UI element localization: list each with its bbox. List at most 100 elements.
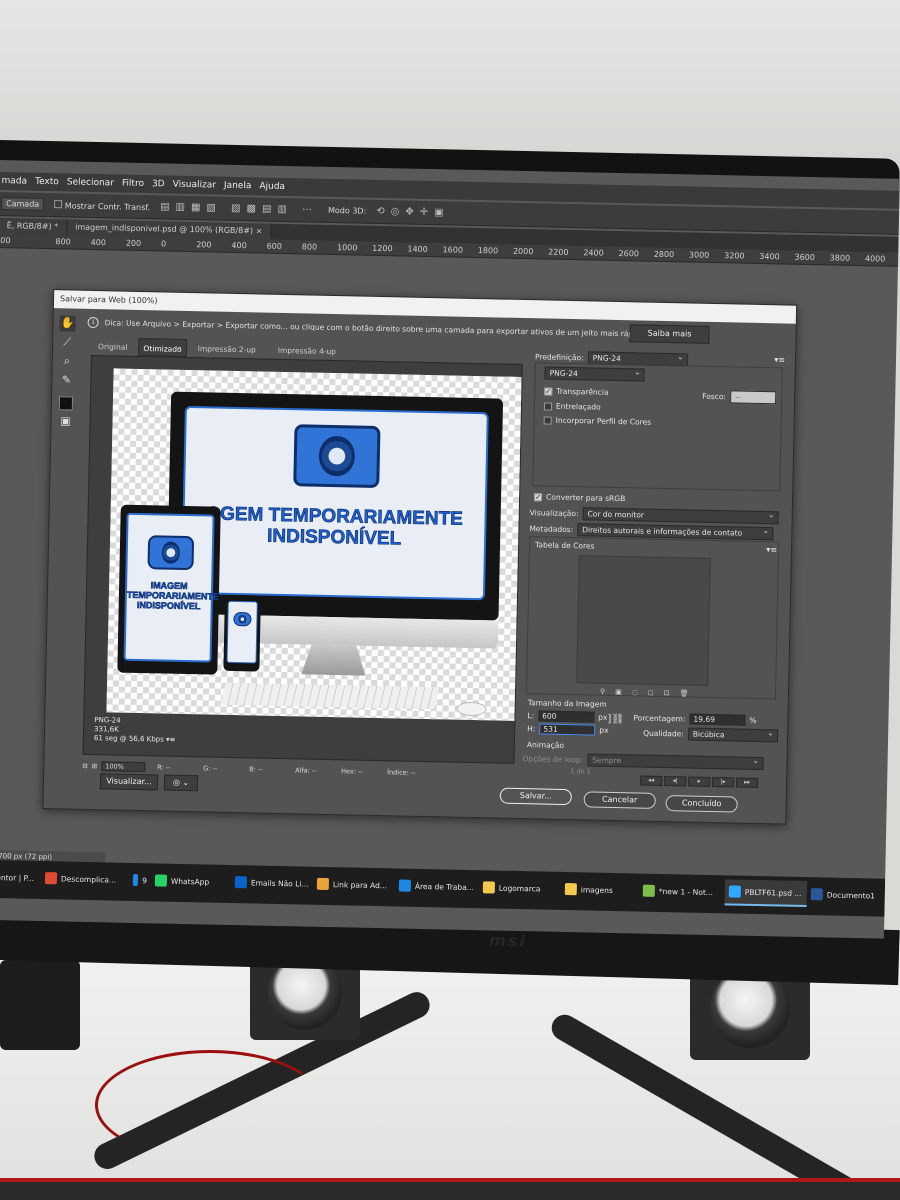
convert-srgb-label: Converter para sRGB xyxy=(545,492,626,504)
tab-document-1[interactable]: Ê, RGB/8#) * xyxy=(0,217,68,236)
taskbar-item-label: Documento1 xyxy=(826,889,876,900)
menu-item-filter[interactable]: Filtro xyxy=(122,179,144,189)
3d-mode-icons[interactable]: ⟲◎✥✛▣ xyxy=(376,206,450,219)
percent-row: Porcentagem: 19,69 % xyxy=(633,712,757,726)
interlaced-checkbox[interactable] xyxy=(543,401,553,411)
preview-mode-label: Visualização: xyxy=(529,508,579,519)
interlaced-row[interactable]: Entrelaçado xyxy=(543,401,601,412)
menu-item-text[interactable]: Texto xyxy=(35,177,59,187)
menu-item-window[interactable]: Janela xyxy=(224,181,252,192)
ruler-tick-label: 1400 xyxy=(407,244,428,254)
index-readout: Índice: -- xyxy=(387,768,416,777)
slice-select-tool-icon[interactable]: ⟋ xyxy=(59,334,75,350)
taskbar-item[interactable]: PBLTF61.psd ... xyxy=(724,879,808,908)
matte-select[interactable]: -- xyxy=(729,390,777,405)
close-icon[interactable]: × xyxy=(256,226,263,235)
optimized-image-canvas[interactable]: AGEM TEMPORARIAMENTE INDISPONÍVEL IMAGEM… xyxy=(106,368,522,721)
eyedropper-color-swatch[interactable] xyxy=(58,396,74,411)
camera-icon xyxy=(293,424,381,489)
menu-item-help[interactable]: Ajuda xyxy=(259,181,285,192)
tab-4-up[interactable]: Impressão 4-up xyxy=(267,341,348,361)
next-frame-icon[interactable]: |▸ xyxy=(712,777,735,788)
frame-counter: 1 de 1 xyxy=(570,767,591,776)
taskbar-item[interactable]: *new 1 - Not... xyxy=(639,878,726,906)
eyedropper-tool-icon[interactable]: ✎ xyxy=(58,372,74,388)
color-table-menu-icon[interactable]: ▾≡ xyxy=(766,545,777,554)
first-frame-icon[interactable]: ◂◂ xyxy=(640,775,663,787)
tab-original[interactable]: Original xyxy=(87,337,139,356)
panel-menu-icon[interactable]: ▾≡ xyxy=(774,355,785,364)
menu-item-3d[interactable]: 3D xyxy=(152,179,165,189)
app-icon xyxy=(482,881,495,894)
app-icon xyxy=(642,884,655,897)
height-input[interactable]: 531 xyxy=(539,723,596,736)
zoom-select[interactable]: 100% xyxy=(101,761,146,773)
camera-icon xyxy=(233,611,252,627)
play-icon[interactable]: ▸ xyxy=(688,776,711,788)
width-input[interactable]: 600 xyxy=(538,710,595,723)
mockup-phone-screen xyxy=(226,600,258,664)
red-readout: R: -- xyxy=(157,763,171,772)
taskbar-item[interactable]: mentor | P... xyxy=(0,864,41,891)
taskbar-item[interactable]: 9 xyxy=(129,867,152,893)
cancel-button[interactable]: Cancelar xyxy=(583,791,656,809)
mockup-tablet: IMAGEM TEMPORARIAMENTE INDISPONÍVEL xyxy=(117,504,221,675)
menu-item-select[interactable]: Selecionar xyxy=(67,177,114,188)
taskbar-item[interactable]: Documento1 xyxy=(807,881,882,909)
ruler-tick-label: 00 xyxy=(0,236,11,246)
layer-select[interactable]: Camada xyxy=(0,197,45,211)
taskbar-item[interactable]: imagens xyxy=(561,876,640,904)
transparency-row[interactable]: ✓ Transparência xyxy=(544,386,609,397)
done-button[interactable]: Concluído xyxy=(665,795,738,813)
percent-input[interactable]: 19,69 xyxy=(689,713,746,726)
format-group xyxy=(532,362,783,492)
taskbar-item[interactable]: Logomarca xyxy=(479,874,562,902)
link-proportions-icon[interactable]: ]⛓ xyxy=(607,714,624,725)
animation-controls: ◂◂ ◂| ▸ |▸ ▸▸ xyxy=(640,775,759,789)
color-table-action-icons[interactable]: ⚲▣◌◻⊡🗑 xyxy=(600,688,699,698)
taskbar-item[interactable]: Área de Traba... xyxy=(395,872,480,900)
width-label: L: xyxy=(527,711,535,721)
zoom-out-icon[interactable]: ⊟ xyxy=(82,762,88,770)
color-table-swatches[interactable] xyxy=(576,555,711,686)
hand-tool-icon[interactable]: ✋ xyxy=(59,315,76,332)
align-icons[interactable]: ▤▥▦▧ ▨▩▤▥ ⋯ xyxy=(160,201,318,215)
ruler-tick-label: 1000 xyxy=(336,243,358,253)
transparency-checkbox[interactable]: ✓ xyxy=(544,386,553,396)
prev-frame-icon[interactable]: ◂| xyxy=(664,776,687,787)
preview-mode-select[interactable]: Cor do monitor xyxy=(582,507,779,525)
browser-select[interactable]: ◎ ⌄ xyxy=(163,774,199,792)
loop-select[interactable]: Sempre xyxy=(587,753,764,771)
learn-more-button[interactable]: Saiba mais xyxy=(629,324,710,344)
color-table-header: Tabela de Cores xyxy=(535,540,595,550)
save-button[interactable]: Salvar... xyxy=(499,787,572,806)
taskbar-item[interactable]: Descomplica... xyxy=(41,865,130,893)
mockup-mouse xyxy=(456,701,487,717)
zoom-in-icon[interactable]: ⊞ xyxy=(92,762,98,770)
tab-2-up[interactable]: Impressão 2-up xyxy=(186,339,267,359)
height-unit: px xyxy=(599,725,609,735)
show-transform-checkbox[interactable]: Mostrar Contr. Transf. xyxy=(54,199,150,212)
taskbar-item[interactable]: Link para Ad... xyxy=(313,871,396,899)
menu-item-layer[interactable]: mada xyxy=(1,176,27,187)
convert-srgb-checkbox[interactable]: ✓ xyxy=(533,492,543,501)
preview-pane[interactable]: AGEM TEMPORARIAMENTE INDISPONÍVEL IMAGEM… xyxy=(82,354,523,764)
ruler-tick-label: 3200 xyxy=(724,251,745,261)
info-menu-icon[interactable]: ▾≡ xyxy=(166,736,176,744)
taskbar-item-label: *new 1 - Not... xyxy=(658,886,714,897)
taskbar-item[interactable]: WhatsApp xyxy=(151,867,232,895)
embed-profile-checkbox[interactable] xyxy=(543,415,552,425)
tab-optimized[interactable]: Otimizado xyxy=(138,337,187,357)
preview-in-browser-button[interactable]: Visualizar... xyxy=(99,773,159,791)
taskbar-item[interactable]: Emails Não Li... xyxy=(231,869,314,897)
zoom-tool-icon[interactable]: ⌕ xyxy=(59,353,75,369)
convert-srgb-row[interactable]: ✓ Converter para sRGB xyxy=(533,492,626,504)
toggle-slices-icon[interactable]: ▣ xyxy=(57,413,73,429)
menu-item-view[interactable]: Visualizar xyxy=(173,180,217,191)
quality-select[interactable]: Bicúbica xyxy=(687,727,778,743)
matte-label: Fosco: xyxy=(702,391,727,402)
last-frame-icon[interactable]: ▸▸ xyxy=(736,777,759,789)
mockup-tablet-headline: IMAGEM TEMPORARIAMENTE INDISPONÍVEL xyxy=(127,580,220,612)
app-icon xyxy=(154,874,168,887)
format-select[interactable]: PNG-24 xyxy=(544,366,645,382)
